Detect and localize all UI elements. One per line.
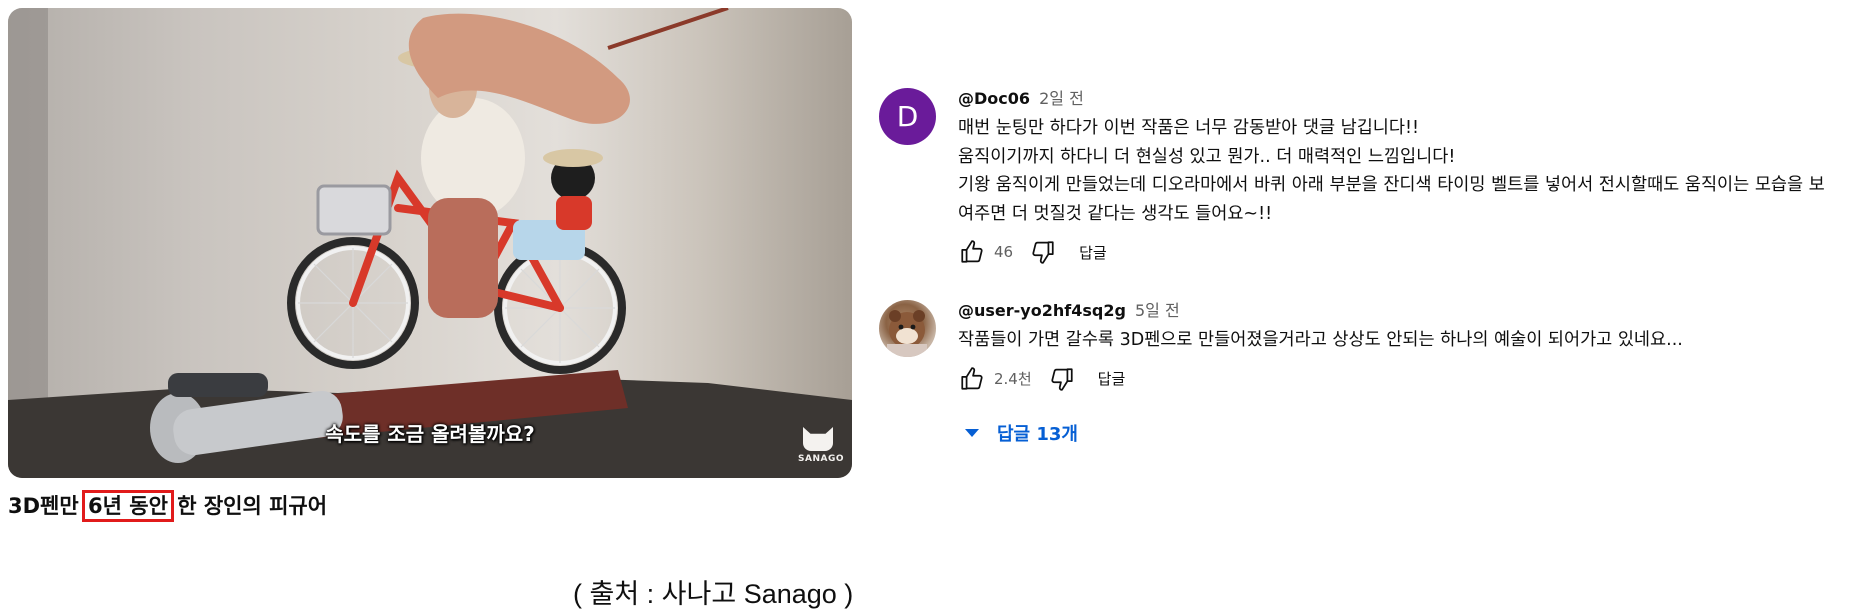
avatar-letter: D [896,100,919,133]
comment-time[interactable]: 2일 전 [1039,89,1084,108]
avatar[interactable]: D [879,88,936,145]
comment-text: 매번 눈팅만 하다가 이번 작품은 너무 감동받아 댓글 남깁니다!! 움직이기… [958,118,1825,224]
video-title-highlight: 6년 동안 [82,490,174,522]
channel-watermark: SANAGO [798,427,844,464]
thumbs-down-icon[interactable] [1048,365,1076,393]
avatar[interactable] [879,300,936,357]
hamster-avatar-icon [887,310,927,357]
caret-down-icon [965,429,979,437]
video-subtitle: 속도를 조금 올려볼까요? [325,422,535,446]
show-replies-button[interactable]: 답글 13개 [965,420,1078,446]
reply-button[interactable]: 답글 [1098,368,1126,389]
comment-actions: 2.4천 답글 [958,361,1859,397]
thumbs-up-icon[interactable] [958,238,986,266]
comment-time[interactable]: 5일 전 [1135,301,1180,320]
video-title-suffix: 한 장인의 피규어 [169,494,328,518]
video-title[interactable]: 3D펜만 6년 동안 한 장인의 피규어 [8,490,328,522]
thumbs-down-icon[interactable] [1029,238,1057,266]
video-player[interactable]: 속도를 조금 올려볼까요? SANAGO [8,8,852,478]
video-frame [8,8,852,478]
comment-actions: 46 답글 [958,234,1859,270]
thumbs-up-icon[interactable] [958,365,986,393]
cat-logo-icon [803,427,833,451]
comment-author[interactable]: @Doc06 [958,89,1030,108]
channel-watermark-text: SANAGO [798,454,844,464]
like-count: 2.4천 [994,370,1032,388]
video-title-prefix: 3D펜만 [8,494,86,518]
replies-toggle-label: 답글 13개 [997,424,1078,445]
source-caption: ( 출처 : 사나고 Sanago ) [573,579,854,609]
like-count: 46 [994,243,1014,261]
reply-button[interactable]: 답글 [1079,242,1107,263]
comment-text: 작품들이 가면 갈수록 3D펜으로 만들어졌을거라고 상상도 안되는 하나의 예… [958,330,1683,350]
comment-author[interactable]: @user-yo2hf4sq2g [958,301,1126,320]
